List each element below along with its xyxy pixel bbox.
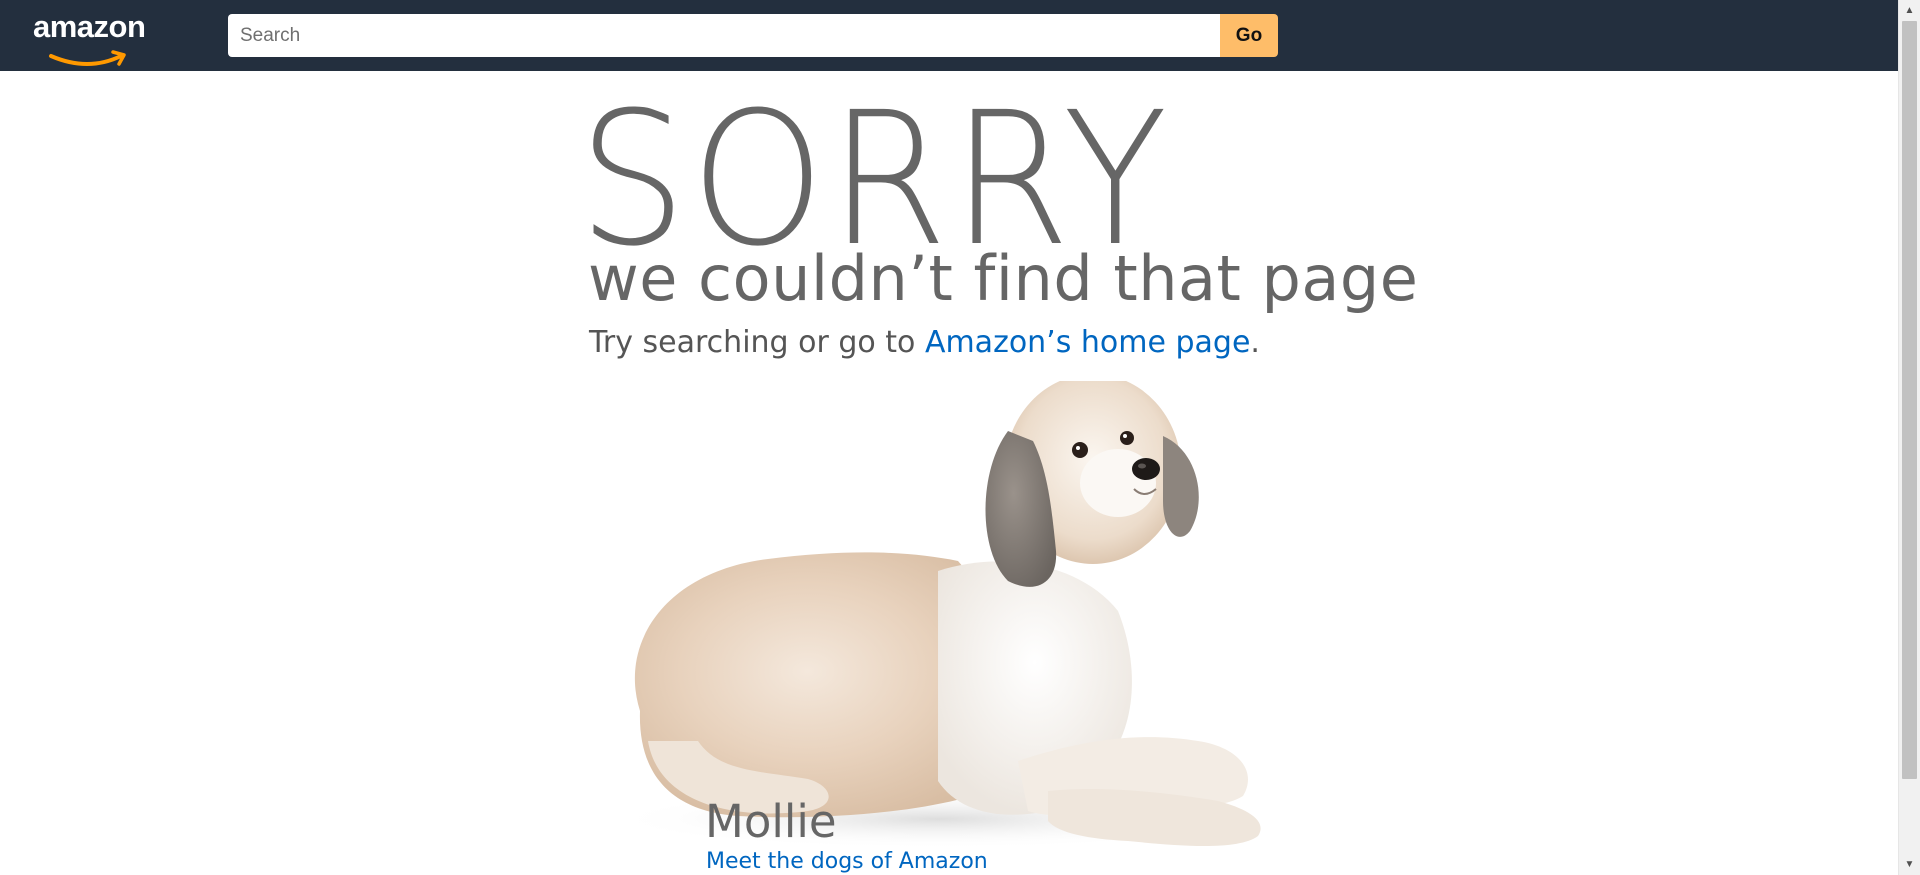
dog-illustration xyxy=(608,381,1268,849)
scroll-up-icon[interactable]: ▲ xyxy=(1899,0,1920,21)
vertical-scrollbar[interactable]: ▲ ▼ xyxy=(1898,0,1920,875)
meet-dogs-link[interactable]: Meet the dogs of Amazon xyxy=(706,847,988,875)
header-bar: amazon Go xyxy=(0,0,1898,71)
home-page-link[interactable]: Amazon’s home page xyxy=(925,325,1250,360)
dog-image xyxy=(578,381,1298,875)
error-help-text: Try searching or go to Amazon’s home pag… xyxy=(589,321,1260,365)
smile-arrow-icon xyxy=(49,50,126,66)
search-input[interactable] xyxy=(228,14,1220,57)
error-subtitle: we couldn’t find that page xyxy=(588,242,1419,315)
scroll-thumb[interactable] xyxy=(1902,21,1917,779)
help-text-suffix: . xyxy=(1250,325,1260,360)
error-title: SORRY xyxy=(578,73,1172,287)
help-text-prefix: Try searching or go to xyxy=(589,325,925,360)
dog-name: Mollie xyxy=(705,795,837,848)
main-content: SORRY we couldn’t find that page Try sea… xyxy=(0,71,1898,875)
search-bar: Go xyxy=(228,14,1278,57)
scroll-down-icon[interactable]: ▼ xyxy=(1899,854,1920,875)
amazon-logo[interactable]: amazon xyxy=(33,10,163,66)
page: amazon Go SORRY we couldn’t find that pa… xyxy=(0,0,1920,875)
go-button[interactable]: Go xyxy=(1220,14,1278,57)
